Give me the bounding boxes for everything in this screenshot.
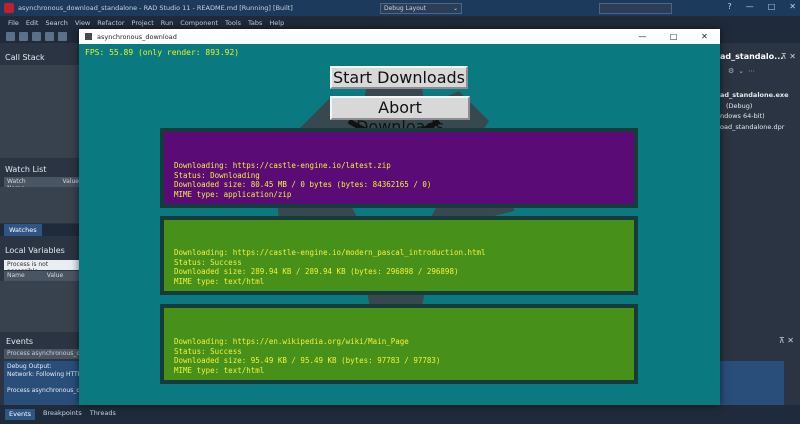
build-config-item[interactable]: (Debug) xyxy=(726,102,752,110)
start-downloads-button[interactable]: Start Downloads xyxy=(330,66,468,89)
download-mime: MIME type: text/html xyxy=(174,276,265,286)
menu-search[interactable]: Search xyxy=(45,19,67,27)
undo-icon[interactable] xyxy=(45,31,54,41)
events-first-row: Process asynchronous_dow xyxy=(4,349,82,359)
project-panel-tools: ⚙ ⌄ ⋯ xyxy=(728,67,755,75)
download-mime: MIME type: application/zip xyxy=(174,189,292,199)
app-window-title: asynchronous_download xyxy=(97,32,177,41)
local-name-column[interactable]: Name xyxy=(7,272,25,280)
local-variables-body xyxy=(0,281,82,332)
download-url: Downloading: https://en.wikipedia.org/wi… xyxy=(174,337,409,346)
download-mime: MIME type: text/html xyxy=(174,365,265,375)
close-button[interactable]: ✕ xyxy=(789,2,796,11)
call-stack-body xyxy=(0,65,82,158)
app-maximize-button[interactable]: □ xyxy=(658,29,689,44)
help-icon[interactable]: ? xyxy=(727,2,731,11)
open-file-icon[interactable] xyxy=(19,31,28,41)
download-status-box-downloading: Downloading: https://castle-engine.io/la… xyxy=(160,128,638,208)
menu-tools[interactable]: Tools xyxy=(225,19,241,27)
new-file-icon[interactable] xyxy=(6,31,15,41)
menu-view[interactable]: View xyxy=(75,19,90,27)
dropdown-icon[interactable]: ⌄ xyxy=(738,67,744,75)
download-status: Status: Success xyxy=(174,257,242,267)
run-icon[interactable] xyxy=(58,31,67,41)
download-size: Downloaded size: 95.49 KB / 95.49 KB (by… xyxy=(174,356,441,365)
watch-value-column[interactable]: Value xyxy=(63,178,79,186)
tab-threads[interactable]: Threads xyxy=(90,409,116,420)
settings-icon[interactable]: ⚙ xyxy=(728,67,734,75)
abort-downloads-button[interactable]: Abort Downloads xyxy=(330,96,470,136)
app-title-bar: asynchronous_download — □ ✕ xyxy=(79,29,720,44)
menu-project[interactable]: Project xyxy=(132,19,154,27)
app-window-controls: — □ ✕ xyxy=(627,29,720,44)
download-size: Downloaded size: 80.45 MB / 0 bytes (byt… xyxy=(174,180,432,189)
project-panel-title: ad_standalo... xyxy=(720,52,784,61)
pin-close-icon[interactable]: ⊼ ✕ xyxy=(781,52,796,61)
download-status: Status: Downloading xyxy=(174,170,260,180)
process-not-accessible-message: Process is not accessible xyxy=(4,260,82,275)
menu-file[interactable]: File xyxy=(8,19,19,27)
download-url: Downloading: https://castle-engine.io/mo… xyxy=(174,248,486,257)
menu-tabs[interactable]: Tabs xyxy=(248,19,262,27)
more-icon[interactable]: ⋯ xyxy=(748,67,755,75)
local-variables-header: Name Value xyxy=(4,271,82,281)
events-title: Events xyxy=(6,337,34,346)
tab-watches[interactable]: Watches xyxy=(4,224,42,236)
ide-search-input[interactable] xyxy=(599,3,672,14)
menu-help[interactable]: Help xyxy=(269,19,284,27)
asynchronous-download-window: asynchronous_download — □ ✕ FPS: 55.89 (… xyxy=(79,29,720,405)
watch-tab-strip: Watches xyxy=(0,224,82,236)
download-status-box-success: Downloading: https://castle-engine.io/mo… xyxy=(160,216,638,295)
maximize-button[interactable]: □ xyxy=(768,2,776,11)
layout-selector-value: Debug Layout xyxy=(384,5,427,12)
tab-events[interactable]: Events xyxy=(5,409,36,420)
tab-breakpoints[interactable]: Breakpoints xyxy=(43,409,82,420)
layout-selector[interactable]: Debug Layout ⌄ xyxy=(380,3,462,14)
minimize-button[interactable]: — xyxy=(746,2,754,11)
watch-list-header: Watch Name Value xyxy=(4,177,82,192)
app-close-button[interactable]: ✕ xyxy=(689,29,720,44)
download-status: Status: Success xyxy=(174,346,242,356)
download-url: Downloading: https://castle-engine.io/la… xyxy=(174,161,391,170)
local-variables-title: Local Variables xyxy=(0,242,82,260)
events-tab-strip: Events Breakpoints Threads xyxy=(0,405,800,424)
project-dpr-item[interactable]: oad_standalone.dpr xyxy=(720,123,784,131)
project-exe-item[interactable]: ad_standalone.exe xyxy=(720,91,789,99)
menu-bar: File Edit Search View Refactor Project R… xyxy=(0,16,800,29)
local-value-column[interactable]: Value xyxy=(47,272,63,280)
watch-name-column[interactable]: Watch Name xyxy=(7,178,41,192)
app-minimize-button[interactable]: — xyxy=(627,29,658,44)
app-icon xyxy=(85,33,92,40)
events-pin-close-icon[interactable]: ⊼ ✕ xyxy=(779,336,794,345)
menu-edit[interactable]: Edit xyxy=(26,19,39,27)
ide-window-title: asynchronous_download_standalone - RAD S… xyxy=(18,4,293,12)
download-size: Downloaded size: 289.94 KB / 289.94 KB (… xyxy=(174,267,459,276)
menu-run[interactable]: Run xyxy=(161,19,173,27)
save-icon[interactable] xyxy=(32,31,41,41)
fps-counter: FPS: 55.89 (only render: 893.92) xyxy=(85,48,240,57)
download-status-box-success: Downloading: https://en.wikipedia.org/wi… xyxy=(160,304,638,384)
right-project-panel: ad_standalo... ⊼ ✕ ⚙ ⌄ ⋯ ad_standalone.e… xyxy=(720,43,800,332)
watch-list-body xyxy=(0,187,82,223)
rad-studio-logo-icon xyxy=(4,3,14,13)
ide-window-controls: ? — □ ✕ xyxy=(727,2,796,11)
menu-refactor[interactable]: Refactor xyxy=(97,19,124,27)
menu-component[interactable]: Component xyxy=(180,19,218,27)
target-platform-item[interactable]: ndows 64-bit) xyxy=(720,112,765,120)
chevron-down-icon: ⌄ xyxy=(452,5,458,12)
